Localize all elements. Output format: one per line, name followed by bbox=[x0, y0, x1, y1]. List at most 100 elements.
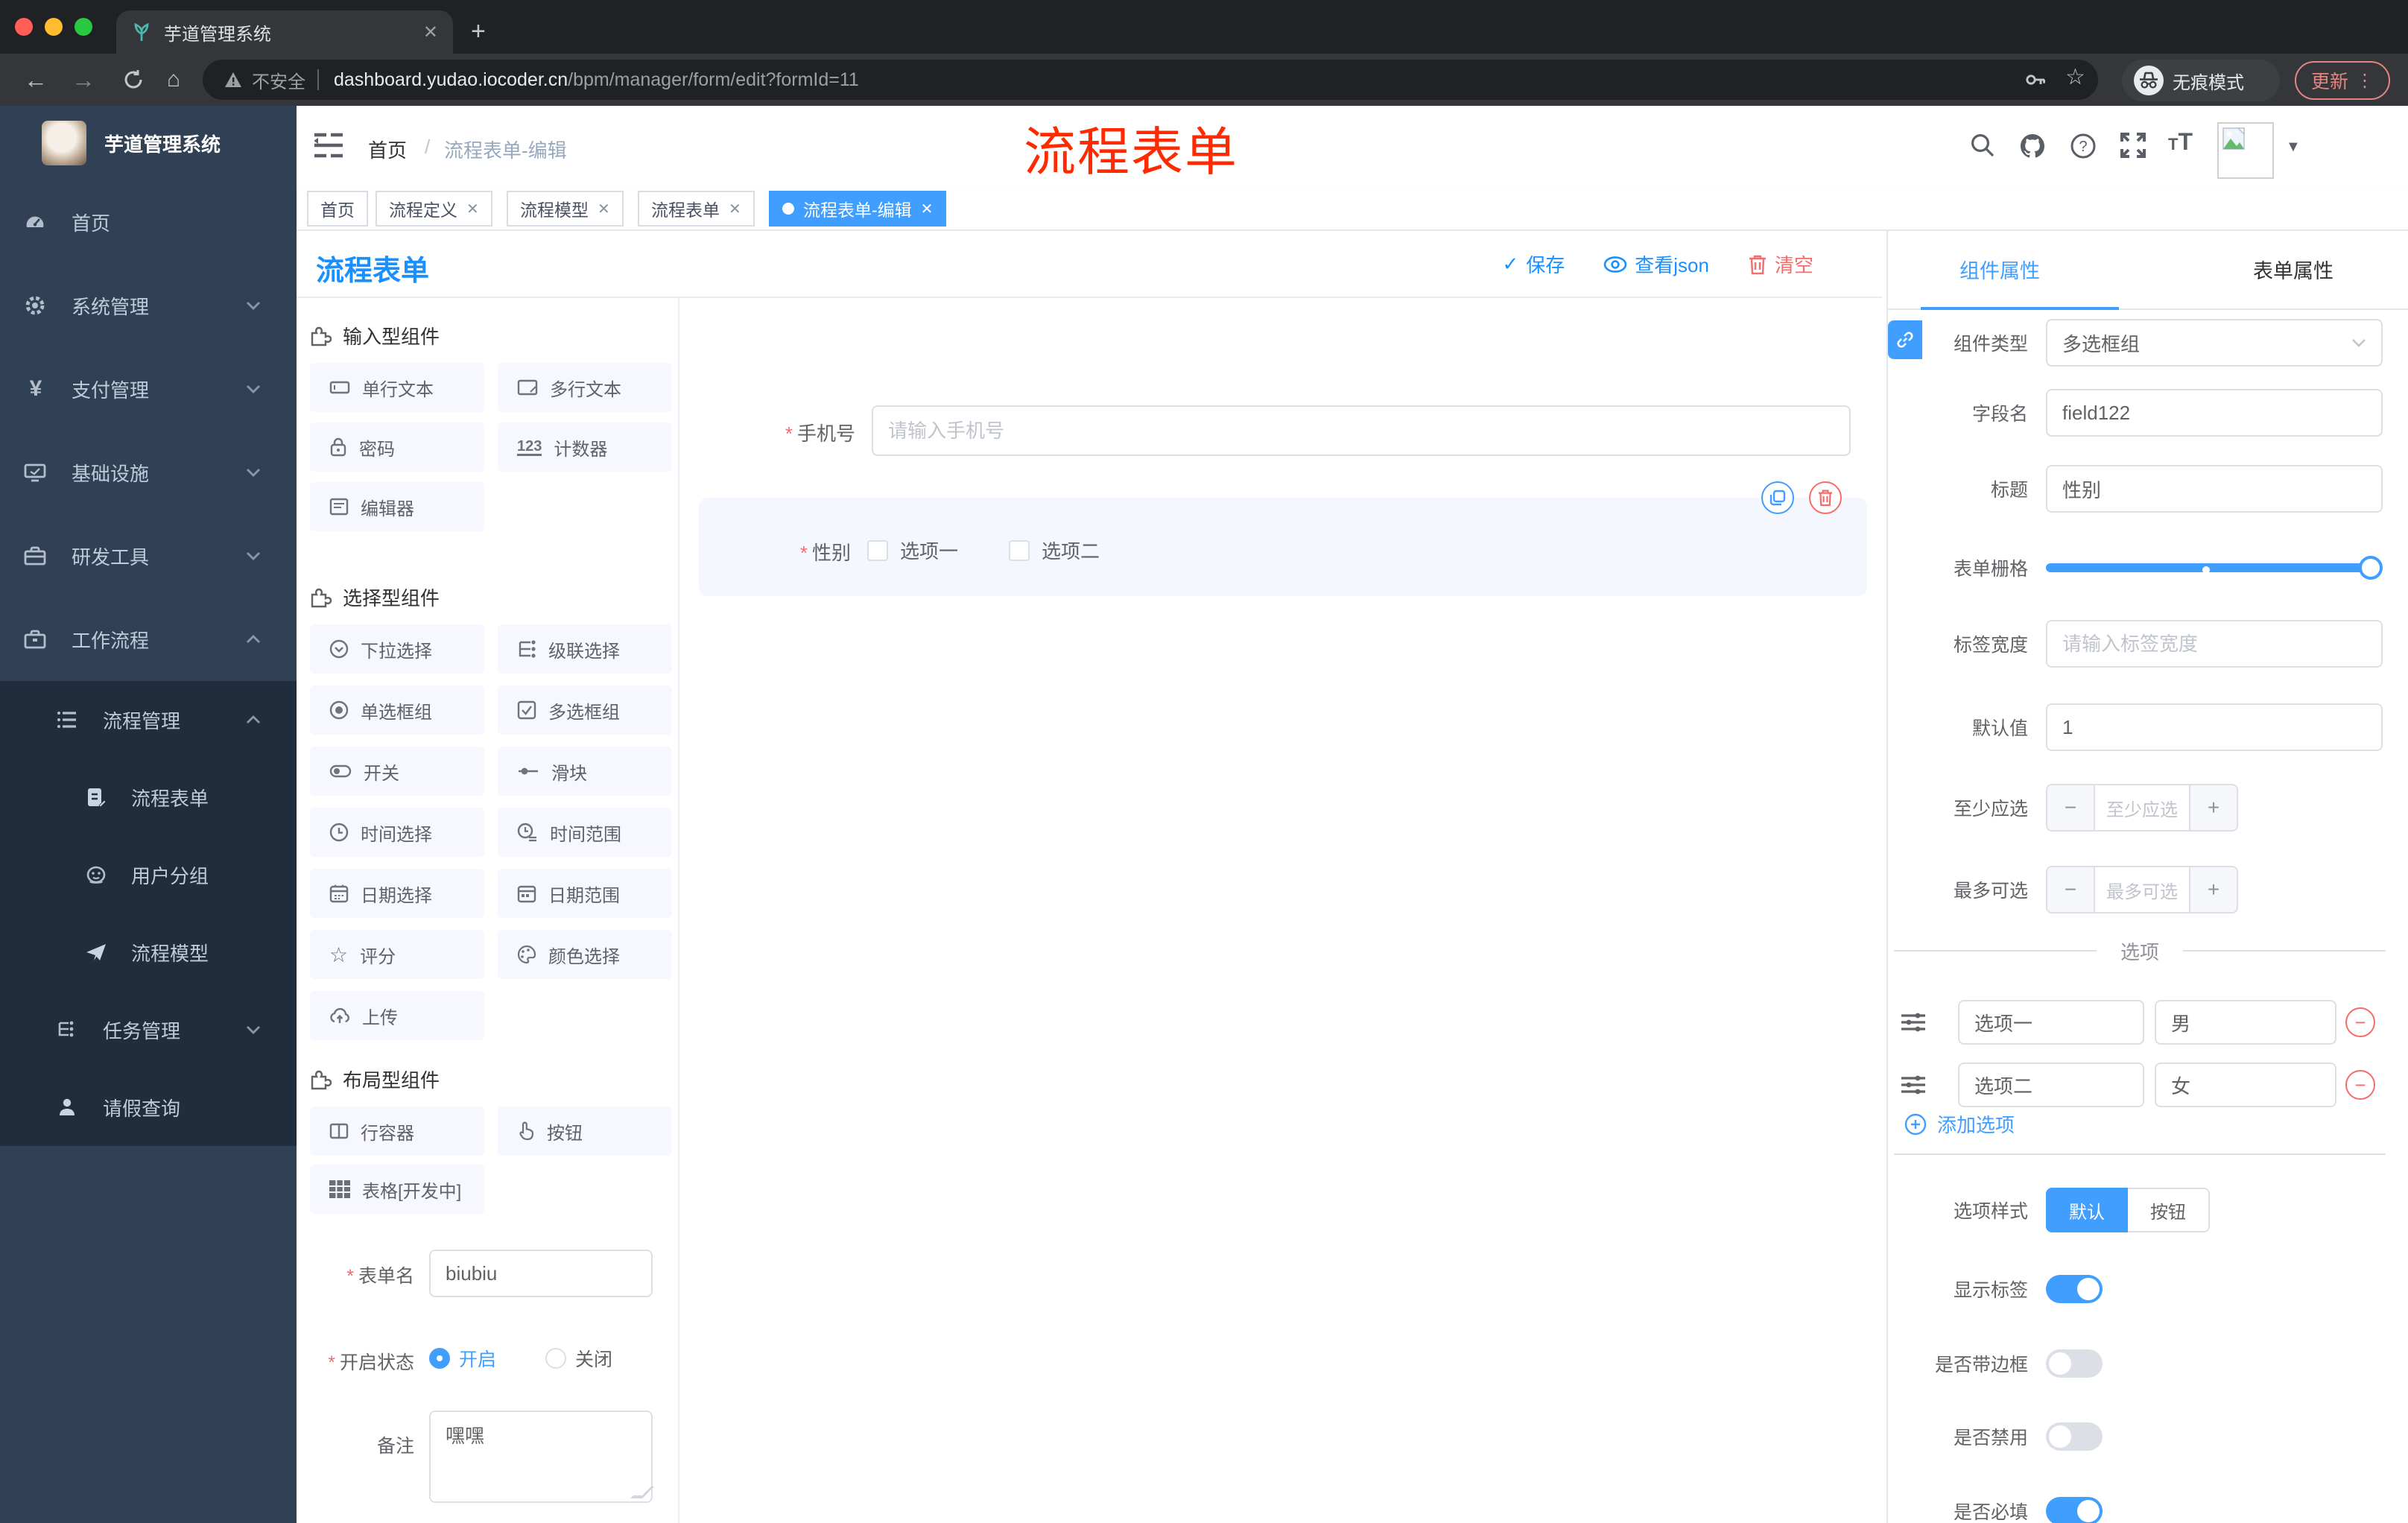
form-grid-slider[interactable] bbox=[2046, 544, 2383, 592]
warning-icon[interactable] bbox=[224, 71, 243, 89]
palette-item-rate[interactable]: ☆ 评分 bbox=[310, 930, 484, 979]
palette-item-radio-group[interactable]: 单选框组 bbox=[310, 685, 484, 735]
sidebar-item-user-group[interactable]: 用户分组 bbox=[0, 836, 297, 914]
radio-selected-icon[interactable] bbox=[429, 1348, 450, 1369]
gender-option-1[interactable]: 选项一 bbox=[867, 536, 958, 564]
palette-item-table[interactable]: 表格[开发中] bbox=[310, 1165, 484, 1214]
phone-input[interactable] bbox=[872, 405, 1851, 456]
back-icon[interactable]: ← bbox=[24, 66, 48, 94]
stepper-minus-button[interactable]: − bbox=[2047, 867, 2094, 912]
new-tab-button[interactable]: + bbox=[471, 13, 486, 49]
sidebar-item-payment[interactable]: ¥ 支付管理 bbox=[0, 347, 297, 431]
option-label-field[interactable] bbox=[1974, 1073, 2128, 1097]
search-icon[interactable] bbox=[1970, 133, 1995, 158]
border-switch[interactable] bbox=[2046, 1349, 2103, 1378]
palette-item-row-container[interactable]: 行容器 bbox=[310, 1106, 484, 1156]
palette-item-checkbox-group[interactable]: 多选框组 bbox=[498, 685, 672, 735]
component-type-select[interactable]: 多选框组 bbox=[2046, 319, 2383, 367]
style-button-button[interactable]: 按钮 bbox=[2128, 1188, 2210, 1232]
tab-form-props[interactable]: 表单属性 bbox=[2253, 255, 2333, 284]
tag-process-form-edit[interactable]: 流程表单-编辑 ✕ bbox=[769, 191, 947, 227]
stepper-plus-button[interactable]: + bbox=[2190, 785, 2237, 830]
resize-handle[interactable] bbox=[630, 1486, 654, 1498]
save-button[interactable]: ✓ 保存 bbox=[1502, 250, 1565, 278]
github-icon[interactable] bbox=[2019, 133, 2046, 159]
palette-item-textarea[interactable]: 多行文本 bbox=[498, 363, 672, 412]
palette-item-editor[interactable]: 编辑器 bbox=[310, 482, 484, 531]
stepper-minus-button[interactable]: − bbox=[2047, 785, 2094, 830]
clear-button[interactable]: 清空 bbox=[1748, 250, 1813, 278]
palette-item-date-range[interactable]: 日期范围 bbox=[498, 869, 672, 918]
palette-item-counter[interactable]: 123 计数器 bbox=[498, 422, 672, 472]
caret-down-icon[interactable]: ▼ bbox=[2286, 139, 2301, 156]
drag-handle-icon[interactable] bbox=[1900, 1012, 1927, 1033]
tag-home[interactable]: 首页 bbox=[307, 191, 368, 227]
bookmark-star-icon[interactable]: ☆ bbox=[2065, 64, 2085, 90]
palette-item-color-picker[interactable]: 颜色选择 bbox=[498, 930, 672, 979]
title-input-field[interactable] bbox=[2062, 477, 2366, 501]
option-label-input[interactable] bbox=[1958, 1000, 2144, 1045]
form-name-input-field[interactable] bbox=[446, 1261, 636, 1285]
tab-close-icon[interactable]: ✕ bbox=[423, 22, 438, 43]
sidebar-item-infra[interactable]: 基础设施 bbox=[0, 431, 297, 514]
radio-unselected-icon[interactable] bbox=[545, 1348, 566, 1369]
stepper-value[interactable]: 至少应选 bbox=[2094, 785, 2190, 830]
sidebar-item-process-mgmt[interactable]: 流程管理 bbox=[0, 681, 297, 759]
palette-item-upload[interactable]: 上传 bbox=[310, 991, 484, 1040]
tag-close-icon[interactable]: ✕ bbox=[466, 200, 479, 218]
palette-item-select[interactable]: 下拉选择 bbox=[310, 624, 484, 674]
help-icon[interactable]: ? bbox=[2070, 133, 2097, 159]
palette-item-switch[interactable]: 开关 bbox=[310, 747, 484, 796]
gender-option-2[interactable]: 选项二 bbox=[1009, 536, 1100, 564]
window-zoom-button[interactable] bbox=[75, 18, 92, 36]
update-button[interactable]: 更新 ⋮ bbox=[2295, 61, 2390, 100]
option-label-input[interactable] bbox=[1958, 1063, 2144, 1107]
window-close-button[interactable] bbox=[15, 18, 33, 36]
palette-item-time-picker[interactable]: 时间选择 bbox=[310, 808, 484, 857]
status-radio-on[interactable]: 开启 bbox=[429, 1345, 496, 1372]
browser-menu-icon[interactable]: ⋮ bbox=[2356, 70, 2374, 92]
phone-input-field[interactable] bbox=[888, 419, 1834, 443]
checkbox-icon[interactable] bbox=[867, 539, 888, 561]
min-select-stepper[interactable]: − 至少应选 + bbox=[2046, 784, 2238, 832]
form-remark-textarea[interactable]: 嘿嘿 bbox=[429, 1410, 654, 1503]
sidebar-item-devtools[interactable]: 研发工具 bbox=[0, 514, 297, 598]
title-input[interactable] bbox=[2046, 465, 2383, 513]
form-name-input[interactable] bbox=[429, 1250, 653, 1297]
tag-process-form[interactable]: 流程表单 ✕ bbox=[638, 191, 755, 227]
font-size-icon[interactable]: TT bbox=[2168, 128, 2193, 156]
fullscreen-icon[interactable] bbox=[2120, 133, 2146, 158]
add-option-button[interactable]: 添加选项 bbox=[1904, 1110, 2015, 1138]
disabled-switch[interactable] bbox=[2046, 1422, 2103, 1451]
password-key-icon[interactable] bbox=[2024, 68, 2047, 92]
palette-item-cascader[interactable]: 级联选择 bbox=[498, 624, 672, 674]
remove-option-button[interactable]: − bbox=[2345, 1070, 2375, 1100]
label-width-input-field[interactable] bbox=[2062, 632, 2366, 656]
sidebar-item-workflow[interactable]: 工作流程 bbox=[0, 598, 297, 681]
browser-tab[interactable]: 芋道管理系统 ✕ bbox=[116, 10, 453, 54]
forward-icon[interactable]: → bbox=[72, 66, 95, 94]
palette-item-slider[interactable]: 滑块 bbox=[498, 747, 672, 796]
option-value-field[interactable] bbox=[2171, 1010, 2320, 1034]
style-default-button[interactable]: 默认 bbox=[2046, 1188, 2128, 1232]
label-width-input[interactable] bbox=[2046, 620, 2383, 668]
avatar[interactable] bbox=[2217, 122, 2274, 179]
palette-item-single-text[interactable]: 单行文本 bbox=[310, 363, 484, 412]
checkbox-icon[interactable] bbox=[1009, 539, 1030, 561]
field-name-input[interactable] bbox=[2046, 389, 2383, 437]
required-switch[interactable] bbox=[2046, 1497, 2103, 1523]
sidebar-item-home[interactable]: 首页 bbox=[0, 180, 297, 264]
tag-close-icon[interactable]: ✕ bbox=[921, 200, 934, 218]
show-label-switch[interactable] bbox=[2046, 1275, 2103, 1303]
remove-option-button[interactable]: − bbox=[2345, 1007, 2375, 1037]
stepper-value[interactable]: 最多可选 bbox=[2094, 867, 2190, 912]
option-value-input[interactable] bbox=[2155, 1000, 2336, 1045]
palette-item-time-range[interactable]: 时间范围 bbox=[498, 808, 672, 857]
option-value-input[interactable] bbox=[2155, 1063, 2336, 1107]
tag-process-definition[interactable]: 流程定义 ✕ bbox=[376, 191, 492, 227]
window-minimize-button[interactable] bbox=[45, 18, 63, 36]
reload-icon[interactable] bbox=[122, 69, 145, 91]
sidebar-item-system[interactable]: 系统管理 bbox=[0, 264, 297, 347]
field-name-input-field[interactable] bbox=[2062, 401, 2366, 425]
sidebar-item-task-mgmt[interactable]: 任务管理 bbox=[0, 991, 297, 1068]
